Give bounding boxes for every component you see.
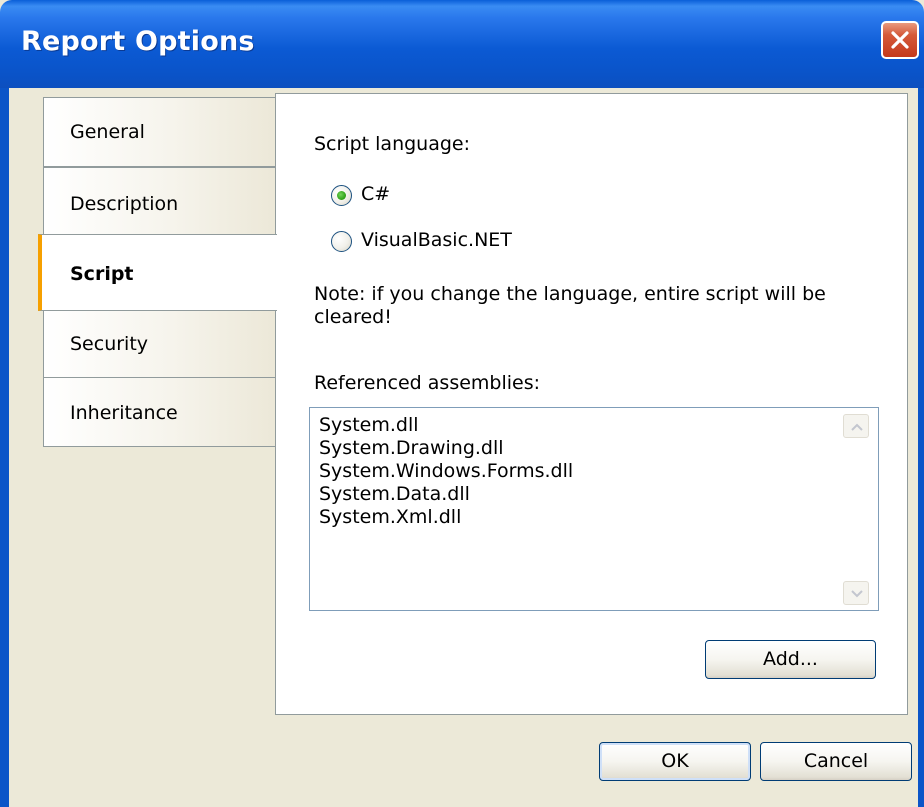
title-bar[interactable]: Report Options	[0, 0, 924, 88]
language-change-note-cont: cleared!	[314, 306, 392, 328]
chevron-down-icon	[851, 590, 863, 598]
tab-label: Script	[70, 263, 134, 285]
script-language-label: Script language:	[314, 133, 471, 155]
tab-label: Inheritance	[70, 402, 178, 424]
language-change-note: Note: if you change the language, entire…	[314, 283, 826, 305]
tab-label: General	[70, 121, 145, 143]
radio-button-csharp[interactable]	[331, 185, 352, 206]
tab-label: Security	[70, 333, 149, 355]
add-assembly-button[interactable]: Add...	[705, 640, 876, 679]
radio-button-vbnet[interactable]	[331, 231, 352, 252]
list-item[interactable]: System.dll	[319, 414, 419, 436]
radio-label-vbnet[interactable]: VisualBasic.NET	[361, 229, 512, 251]
tab-general[interactable]: General	[43, 97, 275, 167]
chevron-up-icon	[851, 423, 863, 431]
referenced-assemblies-label: Referenced assemblies:	[314, 372, 541, 394]
ok-button[interactable]: OK	[599, 742, 751, 781]
radio-selected-dot	[337, 191, 346, 200]
radio-label-csharp[interactable]: C#	[361, 183, 390, 205]
window-frame-right	[918, 88, 924, 807]
assemblies-listbox[interactable]: System.dll System.Drawing.dll System.Win…	[309, 407, 879, 611]
scroll-up-button[interactable]	[843, 414, 869, 438]
list-item[interactable]: System.Xml.dll	[319, 506, 461, 528]
list-item[interactable]: System.Windows.Forms.dll	[319, 460, 573, 482]
window-frame-left	[0, 88, 9, 807]
window-title: Report Options	[21, 26, 255, 57]
tab-description[interactable]: Description	[43, 167, 275, 235]
tab-security[interactable]: Security	[43, 310, 275, 378]
tab-inheritance[interactable]: Inheritance	[43, 377, 275, 447]
tab-script[interactable]: Script	[38, 234, 277, 311]
list-item[interactable]: System.Data.dll	[319, 483, 470, 505]
scroll-down-button[interactable]	[843, 581, 869, 605]
close-icon	[891, 31, 909, 49]
cancel-button[interactable]: Cancel	[760, 742, 912, 781]
close-button[interactable]	[881, 21, 919, 59]
tab-label: Description	[70, 193, 179, 215]
list-item[interactable]: System.Drawing.dll	[319, 437, 504, 459]
script-panel: Script language: C# VisualBasic.NET Note…	[275, 93, 908, 715]
